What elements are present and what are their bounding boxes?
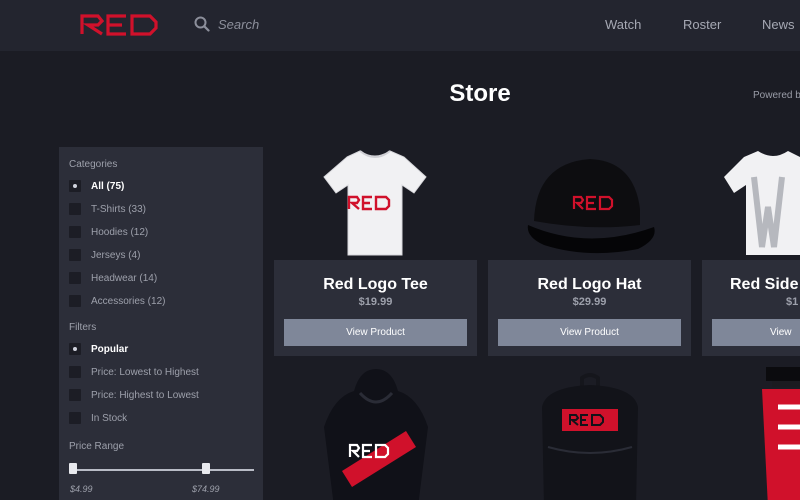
powered-by-text: Powered b xyxy=(753,90,800,101)
product-card[interactable] xyxy=(488,367,691,500)
radio-icon xyxy=(69,366,81,378)
product-image-hoodie[interactable] xyxy=(274,367,477,500)
top-navigation-bar: Search Watch Roster News xyxy=(0,0,800,51)
radio-icon xyxy=(69,389,81,401)
filter-price-low-high[interactable]: Price: Lowest to Highest xyxy=(69,365,199,379)
filter-label: In Stock xyxy=(91,412,128,424)
product-image-backpack[interactable] xyxy=(488,367,691,500)
price-max-value: $74.99 xyxy=(192,484,220,494)
product-price: $29.99 xyxy=(572,296,607,308)
search-placeholder: Search xyxy=(218,16,260,32)
category-label: Hoodies (12) xyxy=(91,226,149,238)
product-name: Red Logo Tee xyxy=(323,276,428,293)
radio-icon xyxy=(69,343,81,355)
view-product-button[interactable]: View Product xyxy=(498,319,681,346)
category-label: Accessories (12) xyxy=(91,295,166,307)
price-range-label: Price Range xyxy=(69,441,125,452)
hoodie-icon xyxy=(324,369,428,500)
product-price: $1 xyxy=(786,296,799,308)
hat-icon xyxy=(527,159,655,254)
radio-icon xyxy=(69,295,81,307)
radio-icon xyxy=(69,203,81,215)
price-range-max-handle[interactable] xyxy=(202,463,210,474)
search-icon xyxy=(194,16,210,32)
filters-label: Filters xyxy=(69,322,97,333)
category-label: T-Shirts (33) xyxy=(91,203,147,215)
price-range-track[interactable] xyxy=(71,469,254,471)
shaker-bottle-icon xyxy=(762,367,800,500)
filter-price-high-low[interactable]: Price: Highest to Lowest xyxy=(69,388,199,402)
radio-icon xyxy=(69,226,81,238)
category-headwear[interactable]: Headwear (14) xyxy=(69,271,157,285)
product-image-shaker[interactable] xyxy=(702,367,800,500)
tshirt-icon xyxy=(724,151,800,255)
category-label: Jerseys (4) xyxy=(91,249,141,261)
category-label: All (75) xyxy=(91,180,125,192)
product-image-side-tee[interactable] xyxy=(702,147,800,260)
category-hoodies[interactable]: Hoodies (12) xyxy=(69,225,148,239)
price-range-min-handle[interactable] xyxy=(69,463,77,474)
product-image-tee[interactable] xyxy=(274,147,477,260)
nav-news[interactable]: News xyxy=(762,17,795,32)
product-name: Red Logo Hat xyxy=(537,276,642,293)
filter-label: Price: Highest to Lowest xyxy=(91,389,199,401)
price-min-value: $4.99 xyxy=(70,484,93,494)
product-card[interactable] xyxy=(702,367,800,500)
categories-label: Categories xyxy=(69,159,118,170)
category-tshirts[interactable]: T-Shirts (33) xyxy=(69,202,146,216)
product-card[interactable]: Red Side $1 View xyxy=(702,147,800,356)
search-bar[interactable]: Search xyxy=(194,16,259,32)
backpack-icon xyxy=(542,373,638,500)
nav-watch[interactable]: Watch xyxy=(605,17,641,32)
radio-icon xyxy=(69,180,81,192)
product-card[interactable] xyxy=(274,367,477,500)
view-product-button[interactable]: View Product xyxy=(284,319,467,346)
product-card[interactable]: Red Logo Tee $19.99 View Product xyxy=(274,147,477,356)
product-image-hat[interactable] xyxy=(488,147,691,260)
filter-label: Popular xyxy=(91,343,129,355)
radio-icon xyxy=(69,272,81,284)
category-jerseys[interactable]: Jerseys (4) xyxy=(69,248,140,262)
radio-icon xyxy=(69,249,81,261)
product-price: $19.99 xyxy=(358,296,393,308)
filter-sidebar: Categories All (75) T-Shirts (33) Hoodie… xyxy=(59,147,263,500)
product-card[interactable]: Red Logo Hat $29.99 View Product xyxy=(488,147,691,356)
page-title: Store xyxy=(449,80,511,107)
view-product-button[interactable]: View xyxy=(712,319,800,346)
product-name: Red Side xyxy=(730,276,799,293)
tshirt-icon xyxy=(323,150,427,256)
category-accessories[interactable]: Accessories (12) xyxy=(69,294,165,308)
filter-popular[interactable]: Popular xyxy=(69,342,128,356)
filter-label: Price: Lowest to Highest xyxy=(91,366,199,378)
red-logo[interactable] xyxy=(78,13,160,37)
category-label: Headwear (14) xyxy=(91,272,158,284)
category-all[interactable]: All (75) xyxy=(69,179,124,193)
filter-in-stock[interactable]: In Stock xyxy=(69,411,127,425)
nav-roster[interactable]: Roster xyxy=(683,17,721,32)
checkbox-icon xyxy=(69,412,81,424)
